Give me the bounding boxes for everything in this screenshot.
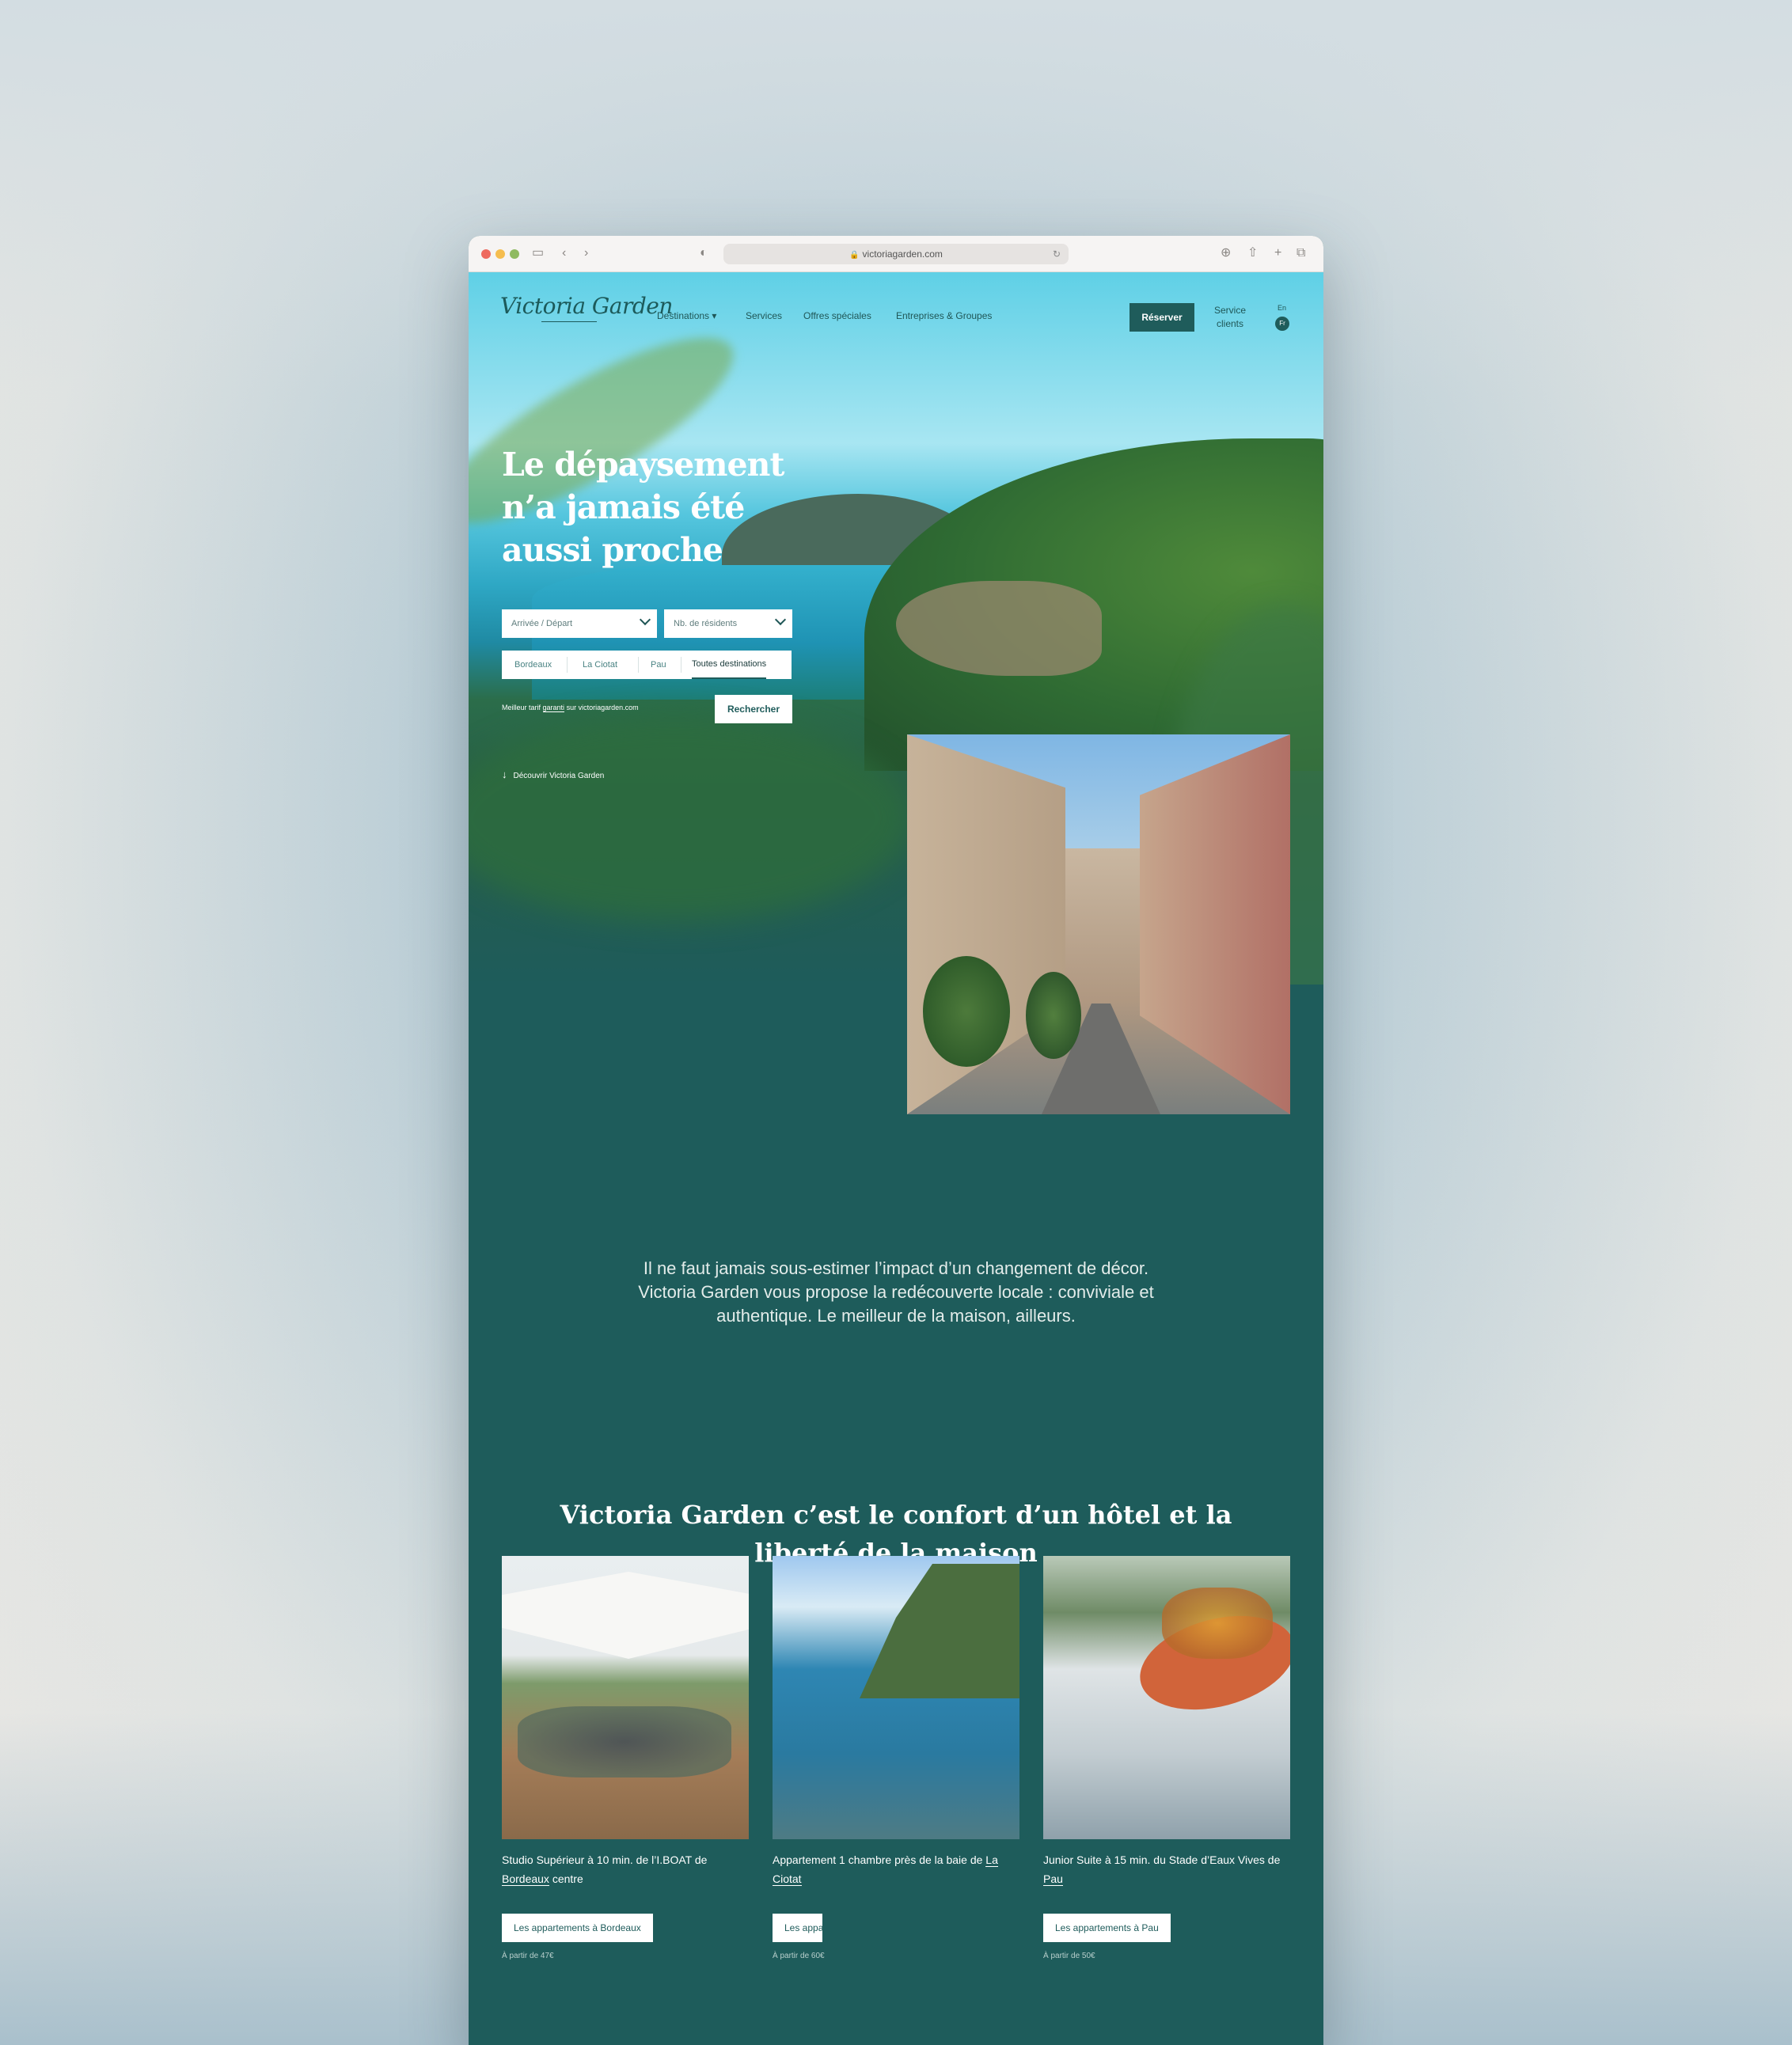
nav-entreprises-groupes[interactable]: Entreprises & Groupes	[896, 310, 992, 321]
back-icon[interactable]: ‹	[562, 245, 566, 261]
discover-label: Découvrir Victoria Garden	[513, 772, 605, 780]
forward-icon[interactable]: ›	[584, 245, 588, 261]
url-text: victoriagarden.com	[862, 249, 943, 260]
chevron-down-icon	[639, 613, 651, 626]
tarif-prefix: Meilleur tarif	[502, 704, 541, 711]
dates-select[interactable]: Arrivée / Départ	[502, 609, 657, 638]
dest-tab-pau[interactable]: Pau	[651, 651, 666, 679]
share-icon[interactable]: ⇧	[1247, 245, 1258, 261]
lock-icon: 🔒	[849, 251, 860, 260]
chevron-down-icon: ▾	[712, 310, 717, 321]
card-image-la-ciotat[interactable]	[773, 1556, 1019, 1839]
site-logo[interactable]: Victoria Garden	[500, 293, 673, 319]
canopy-shape	[502, 1572, 749, 1659]
browser-toolbar: ▭ ‹ › ◐ 🔒 victoriagarden.com ↻ ⊕ ⇧ + ⧉	[469, 236, 1323, 272]
lang-en-option[interactable]: En	[1278, 304, 1286, 312]
price-pau: À partir de 50€	[1043, 1952, 1095, 1960]
pau-apartments-button[interactable]: Les appartements à Pau	[1043, 1914, 1171, 1942]
maximize-window-button[interactable]	[510, 249, 519, 259]
destination-tabs: Bordeaux La Ciotat Pau Toutes destinatio…	[502, 651, 792, 679]
service-clients-link[interactable]: Service clients	[1210, 304, 1250, 331]
dest-tab-toutes[interactable]: Toutes destinations	[692, 651, 767, 679]
close-window-button[interactable]	[481, 249, 491, 259]
download-icon[interactable]: ⊕	[1221, 245, 1231, 261]
crew-shape	[1162, 1588, 1273, 1659]
city-link-bordeaux[interactable]: Bordeaux	[502, 1872, 549, 1886]
tarif-suffix: sur victoriagarden.com	[566, 704, 639, 711]
nav-offres-speciales[interactable]: Offres spéciales	[803, 310, 871, 321]
residents-select[interactable]: Nb. de résidents	[664, 609, 792, 638]
nav-services[interactable]: Services	[746, 310, 782, 321]
people-shape	[518, 1706, 731, 1778]
privacy-shield-icon[interactable]: ◐	[700, 245, 708, 261]
dates-placeholder: Arrivée / Départ	[511, 619, 573, 628]
nav-destinations[interactable]: Destinations ▾	[657, 310, 716, 321]
divider	[638, 657, 639, 673]
card-title-la-ciotat: Appartement 1 chambre près de la baie de…	[773, 1850, 1019, 1888]
building-right-shape	[1140, 734, 1290, 1114]
card-title-text: Appartement 1 chambre près de la baie de	[773, 1853, 983, 1866]
card-title-text: Junior Suite à 15 min. du Stade d’Eaux V…	[1043, 1853, 1281, 1866]
la-ciotat-apartments-button[interactable]: Les appartements à La Ciotat	[773, 1914, 822, 1942]
search-button[interactable]: Rechercher	[715, 695, 792, 723]
sidebar-icon[interactable]: ▭	[532, 245, 544, 261]
card-title-bordeaux: Studio Supérieur à 10 min. de l’I.BOAT d…	[502, 1850, 749, 1888]
reserve-button[interactable]: Réserver	[1129, 303, 1194, 332]
garanti-link[interactable]: garanti	[542, 704, 565, 712]
tabs-overview-icon[interactable]: ⧉	[1297, 245, 1305, 261]
palm-plant-shape	[923, 956, 1010, 1067]
city-link-pau[interactable]: Pau	[1043, 1872, 1063, 1886]
price-la-ciotat: À partir de 60€	[773, 1952, 825, 1960]
street-photo	[907, 734, 1290, 1114]
price-bordeaux: À partir de 47€	[502, 1952, 554, 1960]
residents-placeholder: Nb. de résidents	[674, 619, 738, 628]
minimize-window-button[interactable]	[495, 249, 505, 259]
cliff-shape	[860, 1564, 1019, 1698]
address-bar[interactable]: 🔒 victoriagarden.com ↻	[723, 244, 1069, 264]
dest-tab-la-ciotat[interactable]: La Ciotat	[583, 651, 617, 679]
arrow-down-icon: ↓	[502, 768, 507, 780]
hero-title: Le dépaysement n’a jamais été aussi proc…	[502, 446, 784, 569]
discover-link[interactable]: ↓ Découvrir Victoria Garden	[502, 768, 604, 780]
reload-icon[interactable]: ↻	[1053, 244, 1061, 264]
nav-destinations-label: Destinations	[657, 310, 710, 321]
card-title-pau: Junior Suite à 15 min. du Stade d’Eaux V…	[1043, 1850, 1290, 1888]
card-image-pau[interactable]	[1043, 1556, 1290, 1839]
intro-text: Il ne faut jamais sous-estimer l’impact …	[638, 1258, 1154, 1326]
card-title-text: Studio Supérieur à 10 min. de l’I.BOAT d…	[502, 1853, 708, 1866]
best-rate-note: Meilleur tarif garanti sur victoriagarde…	[502, 704, 639, 712]
chevron-down-icon	[774, 613, 787, 626]
divider	[567, 657, 568, 673]
foliage-blur-bottom	[469, 715, 912, 921]
lang-fr-option[interactable]: Fr	[1275, 317, 1289, 331]
logo-underline	[541, 321, 597, 322]
new-tab-icon[interactable]: +	[1274, 245, 1281, 261]
card-title-suffix: centre	[552, 1872, 583, 1885]
bordeaux-apartments-button[interactable]: Les appartements à Bordeaux	[502, 1914, 653, 1942]
dest-tab-bordeaux[interactable]: Bordeaux	[514, 651, 552, 679]
browser-window: ▭ ‹ › ◐ 🔒 victoriagarden.com ↻ ⊕ ⇧ + ⧉ Vi…	[469, 236, 1323, 2045]
palm-plant-shape	[1026, 972, 1081, 1059]
card-image-bordeaux[interactable]	[502, 1556, 749, 1839]
